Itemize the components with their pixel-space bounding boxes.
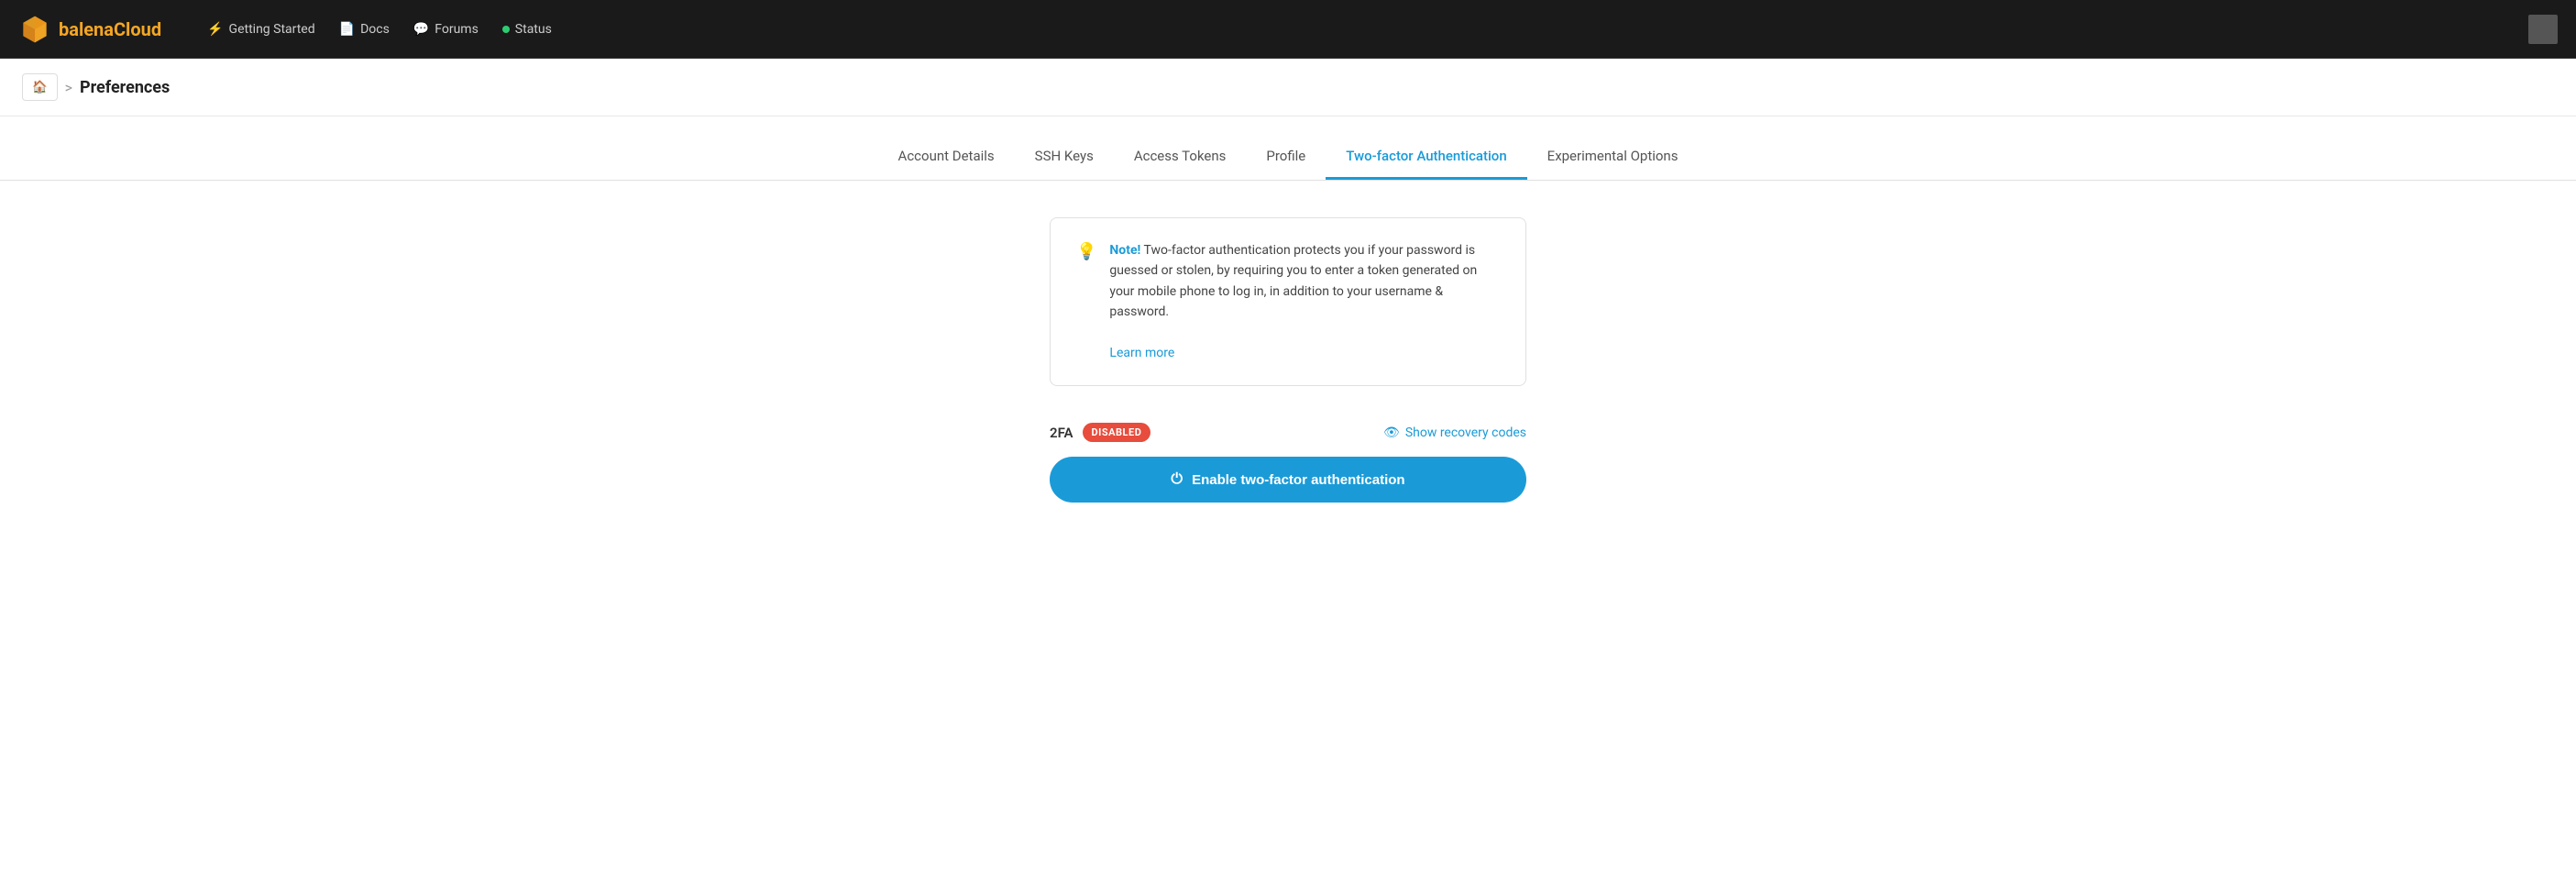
note-box: 💡 Note! Two-factor authentication protec… bbox=[1050, 217, 1526, 386]
tab-two-factor-auth[interactable]: Two-factor Authentication bbox=[1326, 135, 1526, 180]
enable-button-label: Enable two-factor authentication bbox=[1192, 472, 1405, 488]
tabs-container: Account Details SSH Keys Access Tokens P… bbox=[0, 135, 2576, 181]
tab-ssh-keys[interactable]: SSH Keys bbox=[1015, 135, 1114, 180]
chat-icon: 💬 bbox=[413, 22, 429, 37]
show-recovery-codes-link[interactable]: 👁 Show recovery codes bbox=[1383, 425, 1526, 440]
main-nav: ⚡ Getting Started 📄 Docs 💬 Forums Status bbox=[198, 17, 561, 42]
breadcrumb: 🏠 > Preferences bbox=[0, 59, 2576, 116]
breadcrumb-separator: > bbox=[65, 79, 72, 96]
lightning-icon: ⚡ bbox=[207, 22, 223, 37]
main-content: 💡 Note! Two-factor authentication protec… bbox=[0, 181, 2576, 539]
learn-more-link[interactable]: Learn more bbox=[1109, 346, 1174, 360]
twofa-label-group: 2FA DISABLED bbox=[1050, 423, 1150, 442]
nav-docs[interactable]: 📄 Docs bbox=[330, 17, 399, 42]
note-text: Two-factor authentication protects you i… bbox=[1109, 243, 1477, 319]
status-dot-icon bbox=[502, 26, 510, 33]
show-recovery-label: Show recovery codes bbox=[1405, 425, 1526, 440]
twofa-status-row: 2FA DISABLED 👁 Show recovery codes bbox=[1050, 423, 1526, 442]
tab-access-tokens[interactable]: Access Tokens bbox=[1114, 135, 1247, 180]
header: balenaCloud ⚡ Getting Started 📄 Docs 💬 F… bbox=[0, 0, 2576, 59]
nav-getting-started[interactable]: ⚡ Getting Started bbox=[198, 17, 325, 42]
enable-2fa-button[interactable]: ⏻ Enable two-factor authentication bbox=[1050, 457, 1526, 503]
eye-icon: 👁 bbox=[1383, 425, 1400, 440]
twofa-section: 2FA DISABLED 👁 Show recovery codes ⏻ Ena… bbox=[1050, 423, 1526, 503]
header-right bbox=[2528, 15, 2558, 44]
twofa-label: 2FA bbox=[1050, 425, 1073, 441]
info-icon: 💡 bbox=[1076, 242, 1096, 261]
home-icon: 🏠 bbox=[32, 80, 48, 94]
logo[interactable]: balenaCloud bbox=[18, 13, 161, 46]
note-label: Note! bbox=[1109, 243, 1140, 258]
nav-forums[interactable]: 💬 Forums bbox=[404, 17, 488, 42]
logo-text: balenaCloud bbox=[59, 18, 161, 40]
note-content: Note! Two-factor authentication protects… bbox=[1109, 240, 1500, 363]
tab-experimental-options[interactable]: Experimental Options bbox=[1527, 135, 1699, 180]
avatar[interactable] bbox=[2528, 15, 2558, 44]
doc-icon: 📄 bbox=[339, 22, 355, 37]
nav-status[interactable]: Status bbox=[493, 17, 561, 42]
home-button[interactable]: 🏠 bbox=[22, 73, 58, 101]
power-icon: ⏻ bbox=[1171, 471, 1183, 488]
tab-account-details[interactable]: Account Details bbox=[878, 135, 1015, 180]
status-badge: DISABLED bbox=[1083, 423, 1151, 442]
logo-icon bbox=[18, 13, 51, 46]
tab-profile[interactable]: Profile bbox=[1246, 135, 1326, 180]
tabs: Account Details SSH Keys Access Tokens P… bbox=[878, 135, 1699, 180]
page-title: Preferences bbox=[80, 78, 170, 97]
